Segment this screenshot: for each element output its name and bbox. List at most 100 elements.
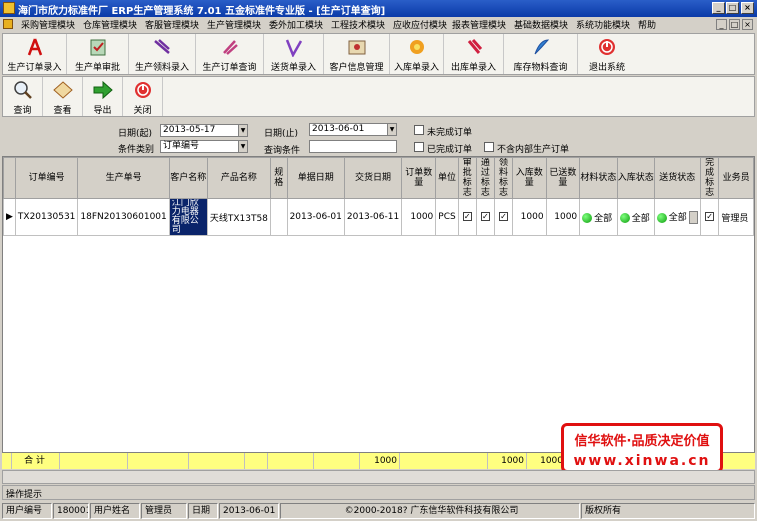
table-row[interactable]: ▶ TX20130531 18FN20130601001 江门欣力电器有限公司 … — [3, 198, 754, 236]
column-header[interactable]: 材料状态 — [579, 157, 618, 199]
completed-checkbox[interactable]: ✓ — [705, 212, 715, 221]
column-header[interactable]: 客户名称 — [168, 157, 208, 199]
view-button[interactable]: 查看 — [43, 77, 83, 116]
delivery-entry-button[interactable]: 送货单录入 — [264, 34, 324, 74]
column-header[interactable]: 审批标志 — [457, 157, 477, 199]
incomplete-orders-checkbox[interactable] — [414, 125, 424, 135]
column-header[interactable]: 订单数量 — [401, 157, 437, 199]
column-header[interactable]: 完成标志 — [699, 157, 720, 199]
in-status-cell[interactable]: 全部 — [616, 198, 655, 236]
total-empty — [268, 453, 314, 469]
total-empty — [314, 453, 360, 469]
dropdown-icon[interactable] — [688, 211, 698, 224]
sent-qty-cell[interactable]: 1000 — [545, 198, 581, 236]
prod-no-cell[interactable]: 18FN20130601001 — [77, 198, 170, 236]
material-status-cell[interactable]: 全部 — [579, 198, 618, 236]
menu-reports[interactable]: 报表管理模块 — [452, 18, 506, 31]
mdi-minimize-button[interactable]: _ — [716, 19, 727, 30]
column-header[interactable]: 单位 — [435, 157, 459, 199]
complete-orders-checkbox[interactable] — [414, 142, 424, 152]
in-qty-cell[interactable]: 1000 — [512, 198, 547, 236]
salesman-cell[interactable]: 管理员 — [718, 198, 754, 236]
action-toolbar: 查询 查看 导出 关闭 — [2, 76, 755, 117]
column-header[interactable]: 生产单号 — [77, 157, 170, 199]
stock-out-button[interactable]: 出库单录入 — [444, 34, 504, 74]
column-header[interactable]: 规格 — [269, 157, 288, 199]
date-value: 2013-06-01 — [219, 503, 279, 519]
close-button[interactable]: 关闭 — [123, 77, 163, 116]
passed-cell[interactable]: ✓ — [475, 198, 495, 236]
completed-cell[interactable]: ✓ — [699, 198, 720, 236]
exit-system-button[interactable]: 退出系统 — [578, 34, 636, 74]
delivery-icon — [285, 39, 302, 57]
order-no-cell[interactable]: TX20130531 — [14, 198, 79, 236]
chevron-down-icon[interactable]: ▼ — [387, 124, 396, 135]
column-header[interactable]: 领料标志 — [493, 157, 514, 199]
column-header[interactable]: 产品名称 — [206, 157, 271, 199]
column-header[interactable]: 订单编号 — [14, 157, 79, 199]
exit-icon — [599, 39, 615, 55]
menu-engineering[interactable]: 工程技术模块 — [331, 18, 385, 31]
menu-system[interactable]: 系统功能模块 — [576, 18, 630, 31]
watermark-slogan: 信华软件·品质决定价值 — [574, 434, 710, 449]
date-end-picker[interactable]: 2013-06-01 ▼ — [309, 123, 397, 136]
query-button[interactable]: 查询 — [3, 77, 43, 116]
customer-cell[interactable]: 江门欣力电器有限公司 — [168, 198, 208, 236]
approve-icon — [90, 39, 105, 56]
column-header[interactable]: 入库状态 — [616, 157, 655, 199]
inventory-query-button[interactable]: 库存物料查询 — [504, 34, 578, 74]
column-header[interactable]: 交货日期 — [343, 157, 403, 199]
approved-checkbox[interactable]: ✓ — [462, 212, 472, 221]
menu-warehouse[interactable]: 仓库管理模块 — [83, 18, 137, 31]
spec-cell[interactable] — [269, 198, 288, 236]
column-header[interactable]: 通过标志 — [475, 157, 495, 199]
column-header[interactable]: 业务员 — [718, 157, 754, 199]
query-condition-input[interactable] — [309, 140, 397, 153]
picked-checkbox[interactable]: ✓ — [498, 212, 508, 221]
order-entry-button[interactable]: 生产订单录入 — [3, 34, 67, 74]
unit-cell[interactable]: PCS — [435, 198, 459, 236]
menu-outsourcing[interactable]: 委外加工模块 — [269, 18, 323, 31]
order-approve-button[interactable]: 生产单审批 — [67, 34, 129, 74]
mdi-restore-button[interactable]: □ — [729, 19, 740, 30]
copyright-text: ©2000-2018? 广东信华软件科技有限公司 — [280, 503, 580, 519]
horizontal-scrollbar[interactable] — [2, 470, 755, 484]
material-entry-button[interactable]: 生产领料录入 — [129, 34, 196, 74]
chevron-down-icon[interactable]: ▼ — [238, 141, 247, 152]
maximize-button[interactable]: □ — [726, 2, 739, 14]
column-header[interactable]: 入库数量 — [512, 157, 547, 199]
query-order-icon — [222, 40, 238, 55]
export-button[interactable]: 导出 — [83, 77, 123, 116]
menu-basic-data[interactable]: 基础数据模块 — [514, 18, 568, 31]
customer-info-button[interactable]: 客户信息管理 — [324, 34, 390, 74]
qty-cell[interactable]: 1000 — [401, 198, 437, 236]
menu-accounts[interactable]: 应收应付模块 — [393, 18, 447, 31]
approved-cell[interactable]: ✓ — [457, 198, 477, 236]
picked-cell[interactable]: ✓ — [493, 198, 514, 236]
column-header[interactable]: 送货状态 — [653, 157, 701, 199]
menu-production[interactable]: 生产管理模块 — [207, 18, 261, 31]
menu-customer-service[interactable]: 客服管理模块 — [145, 18, 199, 31]
menu-purchase[interactable]: 采购管理模块 — [21, 18, 75, 31]
stock-in-icon — [409, 40, 424, 54]
watermark-url: www.xinwa.cn — [573, 453, 711, 469]
stock-in-button[interactable]: 入库单录入 — [390, 34, 444, 74]
passed-checkbox[interactable]: ✓ — [480, 212, 490, 221]
chevron-down-icon[interactable]: ▼ — [238, 125, 247, 136]
column-header[interactable]: 已送数量 — [545, 157, 581, 199]
category-select[interactable]: 订单编号 ▼ — [160, 140, 248, 153]
product-cell[interactable]: 天线TX13T58 — [206, 198, 271, 236]
doc-date-cell[interactable]: 2013-06-01 — [286, 198, 345, 236]
title-bar[interactable]: 海门市欣力标准件厂 ERP生产管理系统 7.01 五金标准件专业版 - [生产订… — [0, 0, 757, 17]
mdi-close-button[interactable]: × — [742, 19, 753, 30]
exclude-internal-checkbox[interactable] — [484, 142, 494, 152]
minimize-button[interactable]: _ — [712, 2, 725, 14]
column-header[interactable]: 单据日期 — [286, 157, 345, 199]
close-window-button[interactable]: × — [741, 2, 754, 14]
menu-help[interactable]: 帮助 — [638, 18, 656, 31]
user-no-label: 用户编号 — [2, 503, 52, 519]
order-query-button[interactable]: 生产订单查询 — [196, 34, 264, 74]
delivery-date-cell[interactable]: 2013-06-11 — [343, 198, 403, 236]
date-start-picker[interactable]: 2013-05-17 ▼ — [160, 124, 248, 137]
delivery-status-cell[interactable]: 全部 — [653, 198, 701, 236]
